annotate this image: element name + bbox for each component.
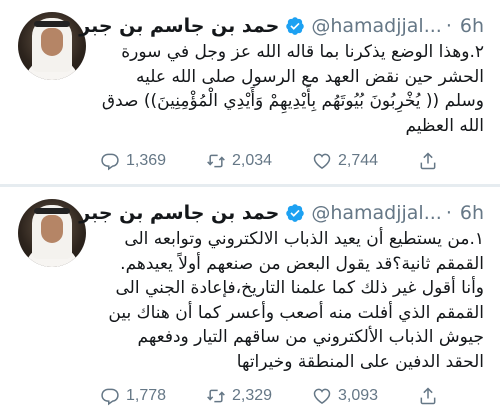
share-icon (420, 152, 436, 170)
like-button[interactable]: 2,744 (312, 151, 418, 171)
avatar[interactable] (18, 12, 86, 80)
heart-icon (313, 388, 331, 404)
tweet-header: حمد بن جاسم بن جبر @hamadjjal... · 6h (79, 201, 484, 225)
tweet-actions: 1,778 2,329 3,093 (100, 384, 490, 408)
tweet-text: ٢.وهذا الوضع يذكرنا بما قاله الله عز وجل… (101, 42, 484, 136)
like-button[interactable]: 3,093 (312, 386, 418, 406)
like-count: 3,093 (338, 387, 379, 404)
tweet[interactable]: حمد بن جاسم بن جبر @hamadjjal... · 6h ١.… (0, 187, 500, 417)
reply-button[interactable]: 1,369 (100, 151, 206, 171)
tweet[interactable]: حمد بن جاسم بن جبر @hamadjjal... · 6h ٢.… (0, 0, 500, 184)
share-button[interactable] (418, 386, 458, 406)
tweet-text: ١.من يستطيع أن يعيد الذباب الالكتروني وت… (108, 229, 484, 372)
retweet-icon (207, 154, 225, 168)
share-icon (420, 387, 436, 405)
timestamp[interactable]: 6h (460, 202, 484, 224)
display-name[interactable]: حمد بن جاسم بن جبر (79, 15, 279, 37)
avatar[interactable] (18, 199, 86, 267)
retweet-count: 2,329 (232, 387, 273, 404)
timestamp[interactable]: 6h (460, 15, 484, 37)
retweet-count: 2,034 (232, 152, 273, 169)
reply-count: 1,778 (126, 387, 167, 404)
tweet-header: حمد بن جاسم بن جبر @hamadjjal... · 6h (79, 14, 484, 38)
verified-badge-icon (286, 17, 305, 35)
retweet-button[interactable]: 2,034 (206, 151, 312, 171)
reply-count: 1,369 (126, 152, 167, 169)
reply-icon (101, 153, 119, 171)
reply-button[interactable]: 1,778 (100, 386, 206, 406)
share-button[interactable] (418, 151, 458, 171)
user-handle[interactable]: @hamadjjal... (311, 202, 442, 224)
retweet-icon (207, 389, 225, 403)
user-handle[interactable]: @hamadjjal... (311, 15, 442, 37)
tweet-actions: 1,369 2,034 2,744 (100, 149, 490, 173)
like-count: 2,744 (338, 152, 379, 169)
display-name[interactable]: حمد بن جاسم بن جبر (79, 202, 279, 224)
separator: · (445, 202, 452, 224)
heart-icon (313, 153, 331, 169)
retweet-button[interactable]: 2,329 (206, 386, 312, 406)
reply-icon (101, 388, 119, 406)
separator: · (445, 15, 452, 37)
verified-badge-icon (286, 204, 305, 222)
